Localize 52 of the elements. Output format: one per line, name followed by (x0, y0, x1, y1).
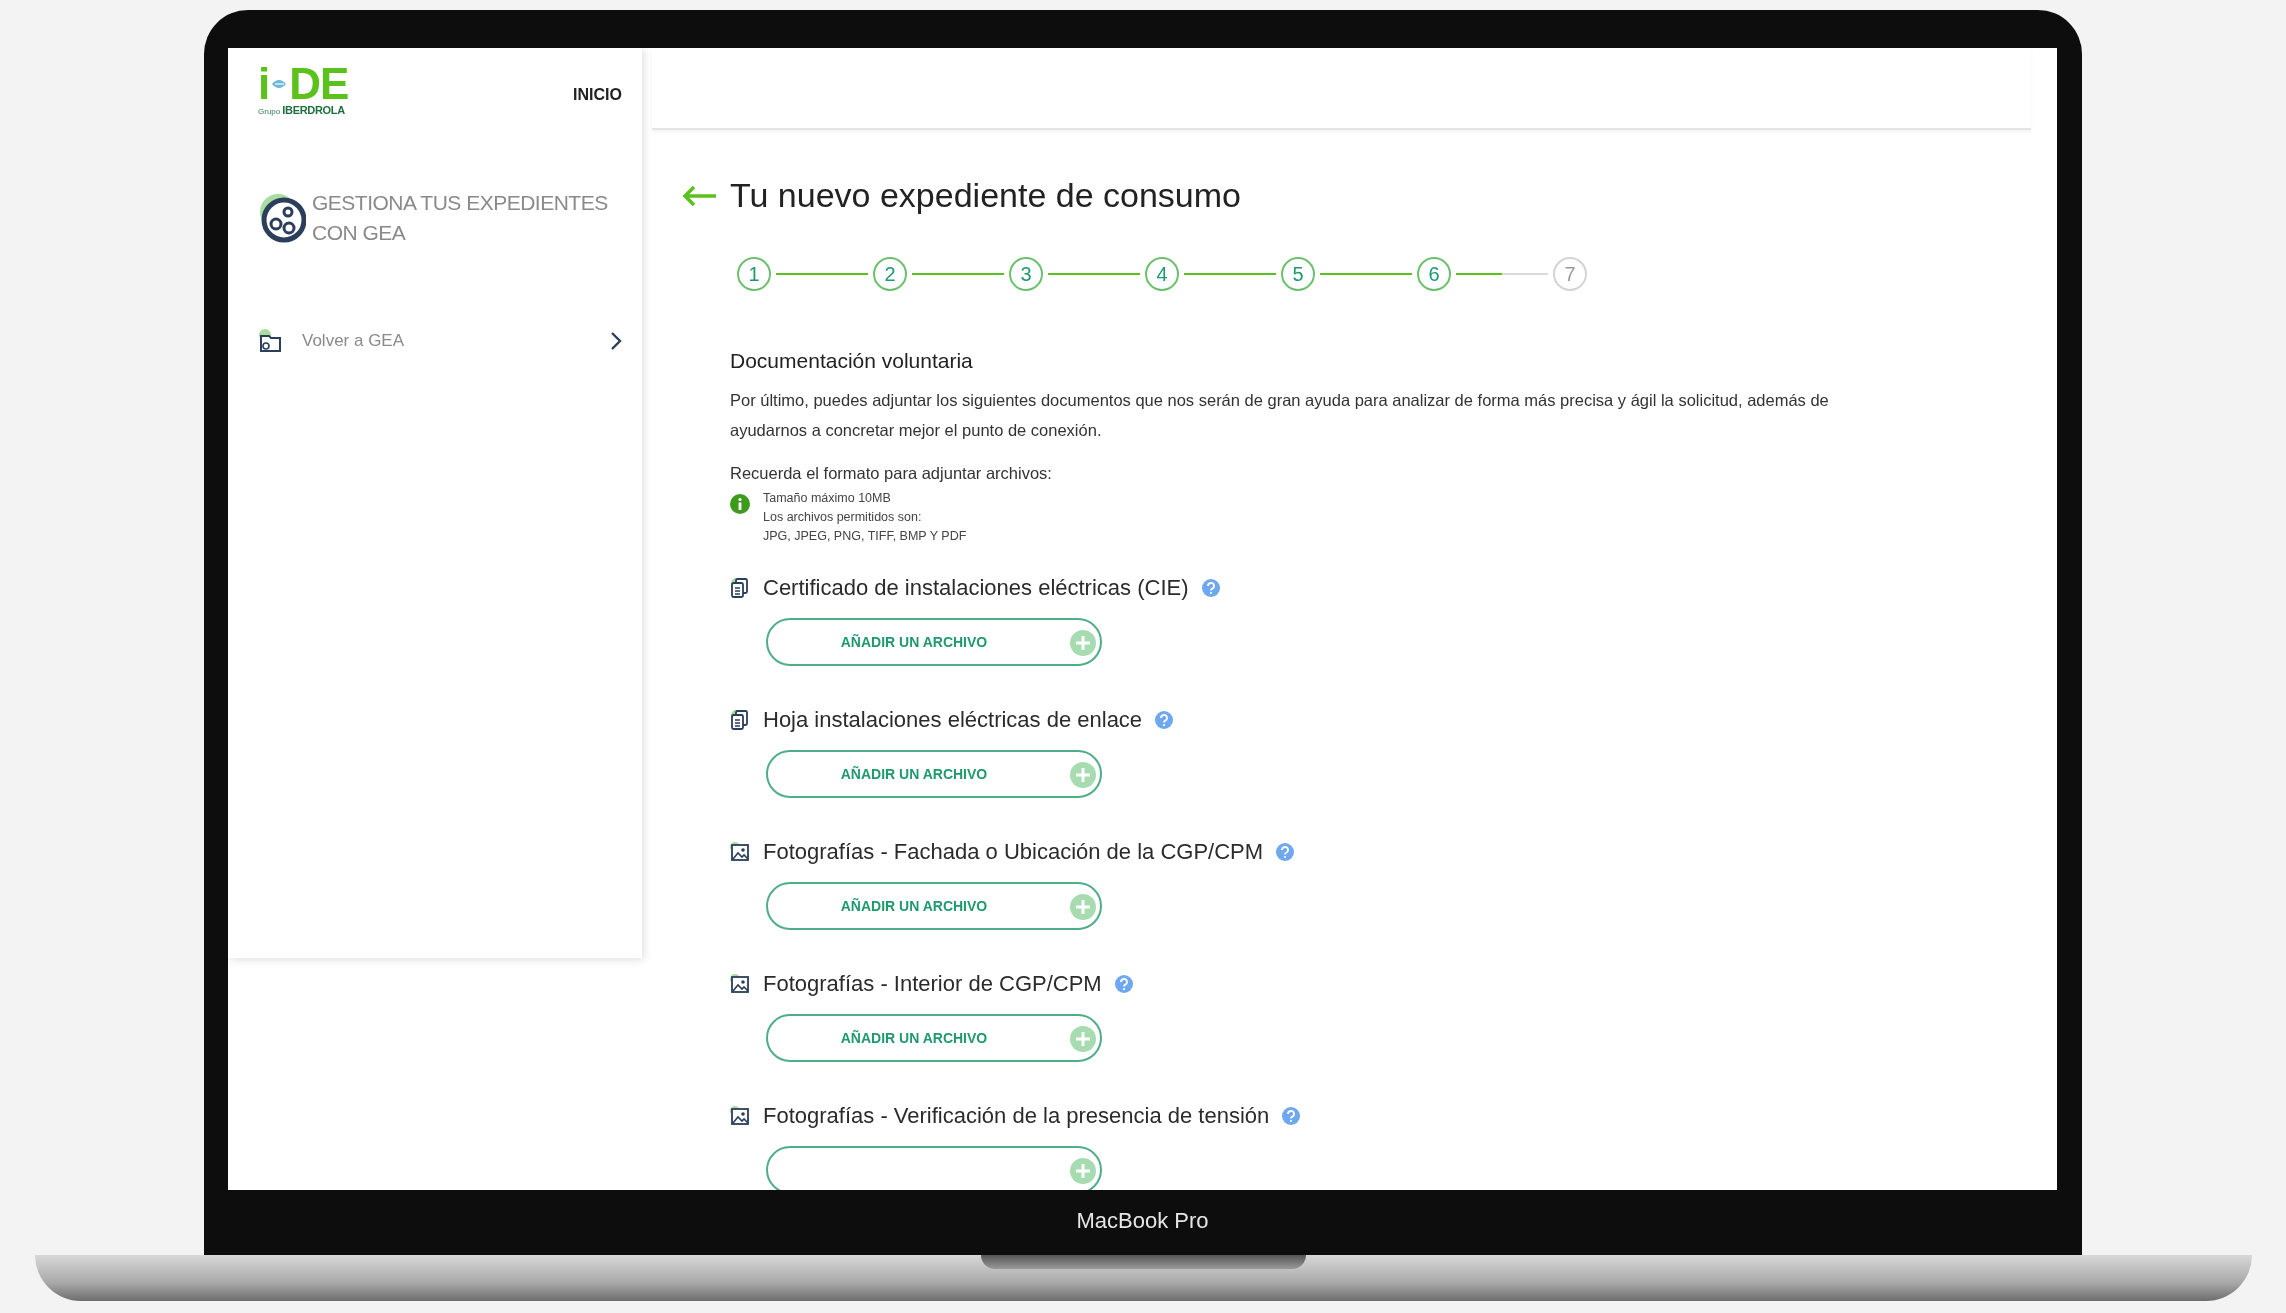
logo-brand: IBERDROLA (282, 104, 345, 116)
document-title: Fotografías - Fachada o Ubicación de la CGP/CPM (763, 839, 1264, 865)
step-indicator: 2 (873, 257, 907, 291)
document-icon (730, 709, 750, 731)
step-indicator: 3 (1009, 257, 1043, 291)
document-icon (730, 577, 750, 599)
help-icon[interactable] (1201, 579, 1220, 597)
format-note: Los archivos permitidos son: (763, 509, 923, 526)
step-indicator: 1 (737, 257, 771, 291)
format-label: Recuerda el formato para adjuntar archivos: (730, 464, 1053, 483)
document-title: Fotografías - Verificación de la presencia de tensión (763, 1103, 1270, 1129)
sidebar-title: GESTIONA TUS EXPEDIENTES CON GEA (312, 190, 609, 246)
plus-icon (1070, 1158, 1096, 1184)
info-icon (730, 494, 750, 514)
plus-icon (1070, 1026, 1096, 1052)
image-icon (730, 974, 750, 994)
document-title: Certificado de instalaciones eléctricas (CIE) (763, 575, 1189, 601)
help-icon[interactable] (1276, 843, 1295, 861)
intro-text: Por último, puedes adjuntar los siguientes documentos que nos serán de gran ayuda para analizar de forma más precisa y ágil la solicitud, además de ayudarnos a concretar mejor el punto de conexión. (730, 390, 1830, 441)
step-indicator: 4 (1145, 257, 1179, 291)
image-icon (730, 842, 750, 862)
help-icon[interactable] (1282, 1107, 1301, 1125)
plus-icon (1070, 630, 1096, 656)
document-title: Fotografías - Interior de CGP/CPM (763, 971, 1102, 997)
format-note: Tamaño máximo 10MB (763, 490, 892, 507)
page-title: Tu nuevo expediente de consumo (730, 176, 1241, 215)
step-indicator: 6 (1417, 257, 1451, 291)
add-file-button[interactable]: AÑADIR UN ARCHIVO (766, 618, 1102, 666)
plus-icon (1070, 762, 1096, 788)
logo-text: DE (289, 62, 349, 106)
chevron-right-icon (610, 331, 622, 351)
step-indicator: 7 (1553, 257, 1587, 291)
section-heading: Documentación voluntaria (730, 349, 974, 373)
add-file-button[interactable]: AÑADIR UN ARCHIVO (766, 750, 1102, 798)
help-icon[interactable] (1114, 975, 1133, 993)
format-note: JPG, JPEG, PNG, TIFF, BMP Y PDF (763, 528, 967, 545)
leaf-icon (271, 77, 288, 91)
nav-link[interactable]: INICIO (573, 86, 622, 104)
add-file-button[interactable]: AÑADIR UN ARCHIVO (766, 1014, 1102, 1062)
device-label: MacBook Pro (1076, 1208, 1209, 1234)
add-file-button[interactable]: AÑADIR UN ARCHIVO (766, 882, 1102, 930)
plus-icon (1070, 894, 1096, 920)
help-icon[interactable] (1155, 711, 1174, 729)
back-arrow-icon[interactable] (682, 184, 718, 207)
sidebar-item[interactable]: Volver a GEA (258, 328, 622, 354)
folder-icon (258, 328, 284, 354)
add-file-button[interactable] (766, 1146, 1102, 1190)
logo-text: i (258, 62, 270, 106)
document-title: Hoja instalaciones eléctricas de enlace (763, 707, 1143, 733)
step-indicator: 5 (1281, 257, 1315, 291)
logo-tagline: Grupo (258, 107, 281, 116)
image-icon (730, 1106, 750, 1126)
